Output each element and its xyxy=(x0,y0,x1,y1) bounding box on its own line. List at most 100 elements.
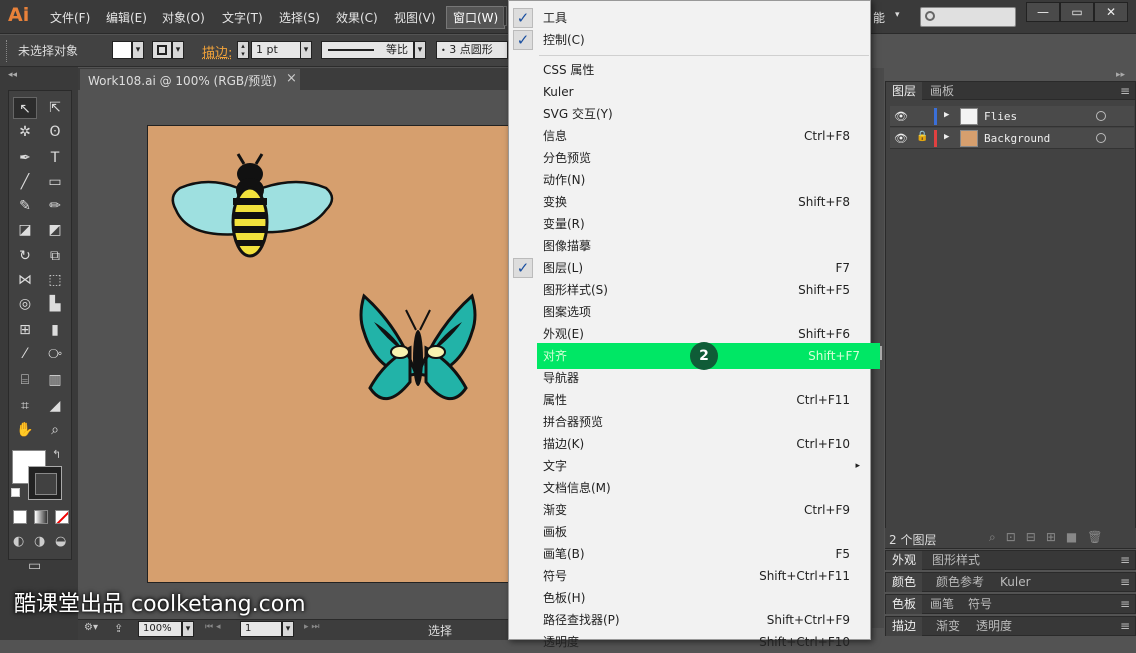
eraser-tool-icon[interactable]: ◩ xyxy=(43,219,67,241)
rectangle-tool-icon[interactable]: ▭ xyxy=(43,171,67,193)
line-tool-icon[interactable]: ╱ xyxy=(13,171,37,193)
menu-item-artboards[interactable]: 画板 xyxy=(509,521,870,543)
free-transform-tool-icon[interactable]: ⬚ xyxy=(43,269,67,291)
status-config-icon[interactable]: ⚙▾ xyxy=(84,622,98,633)
artboard-number-field[interactable]: 1 xyxy=(240,621,282,637)
tab-kuler[interactable]: Kuler xyxy=(994,573,1037,592)
layer-name[interactable]: Background xyxy=(984,132,1050,145)
menu-item-pathfinder[interactable]: 路径查找器(P) Shift+Ctrl+F9 xyxy=(509,609,870,631)
artboard-tool-icon[interactable]: ⌗ xyxy=(13,395,37,417)
stroke-weight-dropdown[interactable]: ▾ xyxy=(300,41,312,59)
pencil-tool-icon[interactable]: ✏ xyxy=(43,195,67,217)
menu-item-type[interactable]: 文字 ▸ xyxy=(509,455,870,477)
direct-selection-tool-icon[interactable]: ⇱ xyxy=(43,97,67,119)
tab-layers[interactable]: 图层 xyxy=(886,82,923,100)
tab-gradient[interactable]: 渐变 xyxy=(930,617,966,636)
symbol-sprayer-tool-icon[interactable]: ⌸ xyxy=(13,369,37,391)
stroke-swatch[interactable] xyxy=(152,41,172,59)
scale-tool-icon[interactable]: ⧉ xyxy=(43,245,67,267)
menu-item-actions[interactable]: 动作(N) xyxy=(509,169,870,191)
paintbrush-tool-icon[interactable]: ✎ xyxy=(13,195,37,217)
blend-tool-icon[interactable]: ⧂ xyxy=(43,343,67,365)
menu-item-stroke[interactable]: 描边(K) Ctrl+F10 xyxy=(509,433,870,455)
menu-item-kuler[interactable]: Kuler xyxy=(509,81,870,103)
menu-item-gradient[interactable]: 渐变 Ctrl+F9 xyxy=(509,499,870,521)
menu-item-navigator[interactable]: 导航器 xyxy=(509,367,870,389)
panel-options-icon[interactable]: ≡ xyxy=(1114,573,1136,592)
menu-object[interactable]: 对象(O) xyxy=(162,9,205,26)
tab-artboards[interactable]: 画板 xyxy=(924,82,960,100)
tab-stroke[interactable]: 描边 xyxy=(886,617,923,636)
layer-name[interactable]: Flies xyxy=(984,110,1017,123)
workspace-switcher[interactable]: 能 xyxy=(873,9,885,26)
rotate-tool-icon[interactable]: ↻ xyxy=(13,245,37,267)
menu-item-separations-preview[interactable]: 分色预览 xyxy=(509,147,870,169)
tab-symbols[interactable]: 符号 xyxy=(962,595,998,614)
hand-tool-icon[interactable]: ✋ xyxy=(13,419,37,441)
layer-row[interactable]: 👁 ▶ Flies xyxy=(890,106,1134,127)
default-colors-icon[interactable] xyxy=(11,488,20,497)
collapse-dock-icon[interactable]: ▸▸ xyxy=(1116,70,1125,80)
expand-triangle-icon[interactable]: ▶ xyxy=(944,132,949,142)
pen-tool-icon[interactable]: ✒ xyxy=(13,147,37,169)
control-bar-grip[interactable] xyxy=(6,40,9,62)
menu-item-attributes[interactable]: 属性 Ctrl+F11 xyxy=(509,389,870,411)
menu-item-document-info[interactable]: 文档信息(M) xyxy=(509,477,870,499)
tab-color[interactable]: 颜色 xyxy=(886,573,923,592)
eyedropper-tool-icon[interactable]: ⁄ xyxy=(13,343,37,365)
tab-transparency[interactable]: 透明度 xyxy=(970,617,1018,636)
artboard[interactable] xyxy=(147,125,510,583)
layer-row[interactable]: 👁 🔒 ▶ Background xyxy=(890,128,1134,149)
menu-item-image-trace[interactable]: 图像描摹 xyxy=(509,235,870,257)
panel-options-icon[interactable]: ≡ xyxy=(1114,551,1136,570)
stroke-profile-select[interactable]: 等比 xyxy=(321,41,414,59)
collapse-toolbox-icon[interactable]: ◂◂ xyxy=(8,70,17,80)
column-graph-tool-icon[interactable]: ▥ xyxy=(43,369,67,391)
tab-color-guide[interactable]: 颜色参考 xyxy=(930,573,990,592)
target-circle-icon[interactable] xyxy=(1096,111,1106,121)
menu-item-svg-interactivity[interactable]: SVG 交互(Y) xyxy=(509,103,870,125)
stroke-profile-dropdown[interactable]: ▾ xyxy=(414,41,426,59)
magic-wand-tool-icon[interactable]: ✲ xyxy=(13,121,37,143)
close-button[interactable]: ✕ xyxy=(1094,2,1128,22)
first-artboard-icon[interactable]: ⏮ ◂ xyxy=(205,622,220,632)
draw-normal-icon[interactable]: ◐ xyxy=(13,534,24,549)
menu-view[interactable]: 视图(V) xyxy=(394,9,436,26)
draw-behind-icon[interactable]: ◑ xyxy=(34,534,45,549)
stroke-label[interactable]: 描边: xyxy=(202,42,232,61)
menu-item-flattener-preview[interactable]: 拼合器预览 xyxy=(509,411,870,433)
brush-definition-select[interactable]: • 3 点圆形 xyxy=(436,41,508,59)
menu-effect[interactable]: 效果(C) xyxy=(336,9,378,26)
menu-item-transform[interactable]: 变换 Shift+F8 xyxy=(509,191,870,213)
fill-dropdown[interactable]: ▾ xyxy=(132,41,144,59)
tab-appearance[interactable]: 外观 xyxy=(886,551,923,570)
stroke-weight-field[interactable]: 1 pt xyxy=(251,41,301,59)
artboard-dropdown[interactable]: ▾ xyxy=(282,621,294,637)
menu-item-variables[interactable]: 变量(R) xyxy=(509,213,870,235)
menu-item-appearance[interactable]: 外观(E) Shift+F6 xyxy=(509,323,870,345)
lasso-tool-icon[interactable]: ʘ xyxy=(43,121,67,143)
restore-button[interactable]: ▭ xyxy=(1060,2,1094,22)
tab-swatches[interactable]: 色板 xyxy=(886,595,923,614)
none-mode-icon[interactable] xyxy=(55,510,69,524)
menu-edit[interactable]: 编辑(E) xyxy=(106,9,147,26)
slice-tool-icon[interactable]: ◢ xyxy=(43,395,67,417)
gradient-mode-icon[interactable] xyxy=(34,510,48,524)
menu-item-graphic-styles[interactable]: 图形样式(S) Shift+F5 xyxy=(509,279,870,301)
menu-item-tools[interactable]: ✓ 工具 xyxy=(509,7,870,29)
lock-icon[interactable]: 🔒 xyxy=(916,131,928,142)
panel-options-icon[interactable]: ≡ xyxy=(1114,82,1136,100)
gradient-tool-icon[interactable]: ▮ xyxy=(43,319,67,341)
menu-item-layers[interactable]: ✓ 图层(L) F7 xyxy=(509,257,870,279)
menu-item-css-properties[interactable]: CSS 属性 xyxy=(509,59,870,81)
draw-inside-icon[interactable]: ◒ xyxy=(55,534,66,549)
target-circle-icon[interactable] xyxy=(1096,133,1106,143)
chevron-down-icon[interactable]: ▾ xyxy=(895,10,900,20)
stroke-weight-stepper[interactable]: ▴ ▾ xyxy=(237,41,249,59)
visibility-eye-icon[interactable]: 👁 xyxy=(894,132,908,145)
zoom-dropdown[interactable]: ▾ xyxy=(182,621,194,637)
shape-builder-tool-icon[interactable]: ◎ xyxy=(13,293,37,315)
swap-colors-icon[interactable]: ↰ xyxy=(52,448,61,461)
type-tool-icon[interactable]: T xyxy=(43,147,67,169)
menu-item-symbols[interactable]: 符号 Shift+Ctrl+F11 xyxy=(509,565,870,587)
